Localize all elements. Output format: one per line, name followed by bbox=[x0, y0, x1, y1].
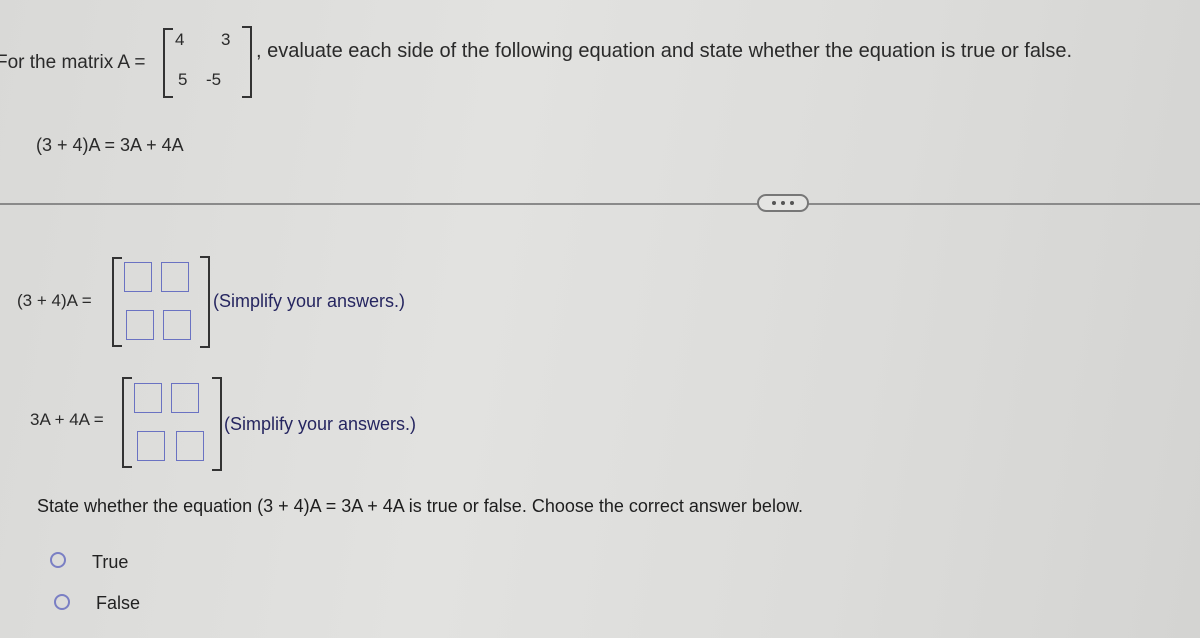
matrix-a-cell: 4 bbox=[175, 30, 185, 49]
radio-button-true[interactable] bbox=[50, 552, 66, 568]
intro-suffix: , evaluate each side of the following eq… bbox=[256, 40, 1073, 62]
answer-right-bracket bbox=[212, 377, 222, 471]
answer-cell-input[interactable] bbox=[134, 383, 162, 413]
more-dot-icon bbox=[790, 201, 794, 205]
answer-left-bracket bbox=[122, 377, 132, 468]
option-label: False bbox=[96, 593, 141, 613]
option-label: True bbox=[92, 552, 129, 572]
matrix-a-cell: 3 bbox=[221, 30, 231, 49]
answer-cell-input[interactable] bbox=[176, 431, 204, 461]
answer-cell-input[interactable] bbox=[126, 310, 154, 340]
answer-cell-input[interactable] bbox=[137, 431, 165, 461]
more-dot-icon bbox=[772, 201, 776, 205]
intro-prefix: For the matrix A = bbox=[0, 52, 146, 73]
answer-cell-input[interactable] bbox=[163, 310, 191, 340]
answer-right-bracket bbox=[200, 256, 210, 348]
simplify-hint: (Simplify your answers.) bbox=[224, 414, 417, 434]
matrix-left-bracket bbox=[163, 28, 173, 98]
radio-button-false[interactable] bbox=[54, 594, 70, 610]
answer-cell-input[interactable] bbox=[161, 262, 189, 292]
answer-left-bracket bbox=[112, 257, 122, 347]
matrix-right-bracket bbox=[242, 26, 252, 98]
answer-label: 3A + 4A = bbox=[30, 410, 104, 429]
matrix-a-cell: 5 bbox=[178, 70, 188, 89]
simplify-hint: (Simplify your answers.) bbox=[213, 291, 406, 311]
section-divider bbox=[0, 203, 1200, 205]
answer-cell-input[interactable] bbox=[124, 262, 152, 292]
matrix-a-cell: -5 bbox=[206, 70, 222, 89]
answer-cell-input[interactable] bbox=[171, 383, 199, 413]
answer-label: (3 + 4)A = bbox=[17, 291, 92, 310]
more-options-button[interactable] bbox=[757, 194, 809, 212]
equation: (3 + 4)A = 3A + 4A bbox=[36, 135, 184, 155]
more-dot-icon bbox=[781, 201, 785, 205]
question-text: State whether the equation (3 + 4)A = 3A… bbox=[37, 496, 803, 516]
